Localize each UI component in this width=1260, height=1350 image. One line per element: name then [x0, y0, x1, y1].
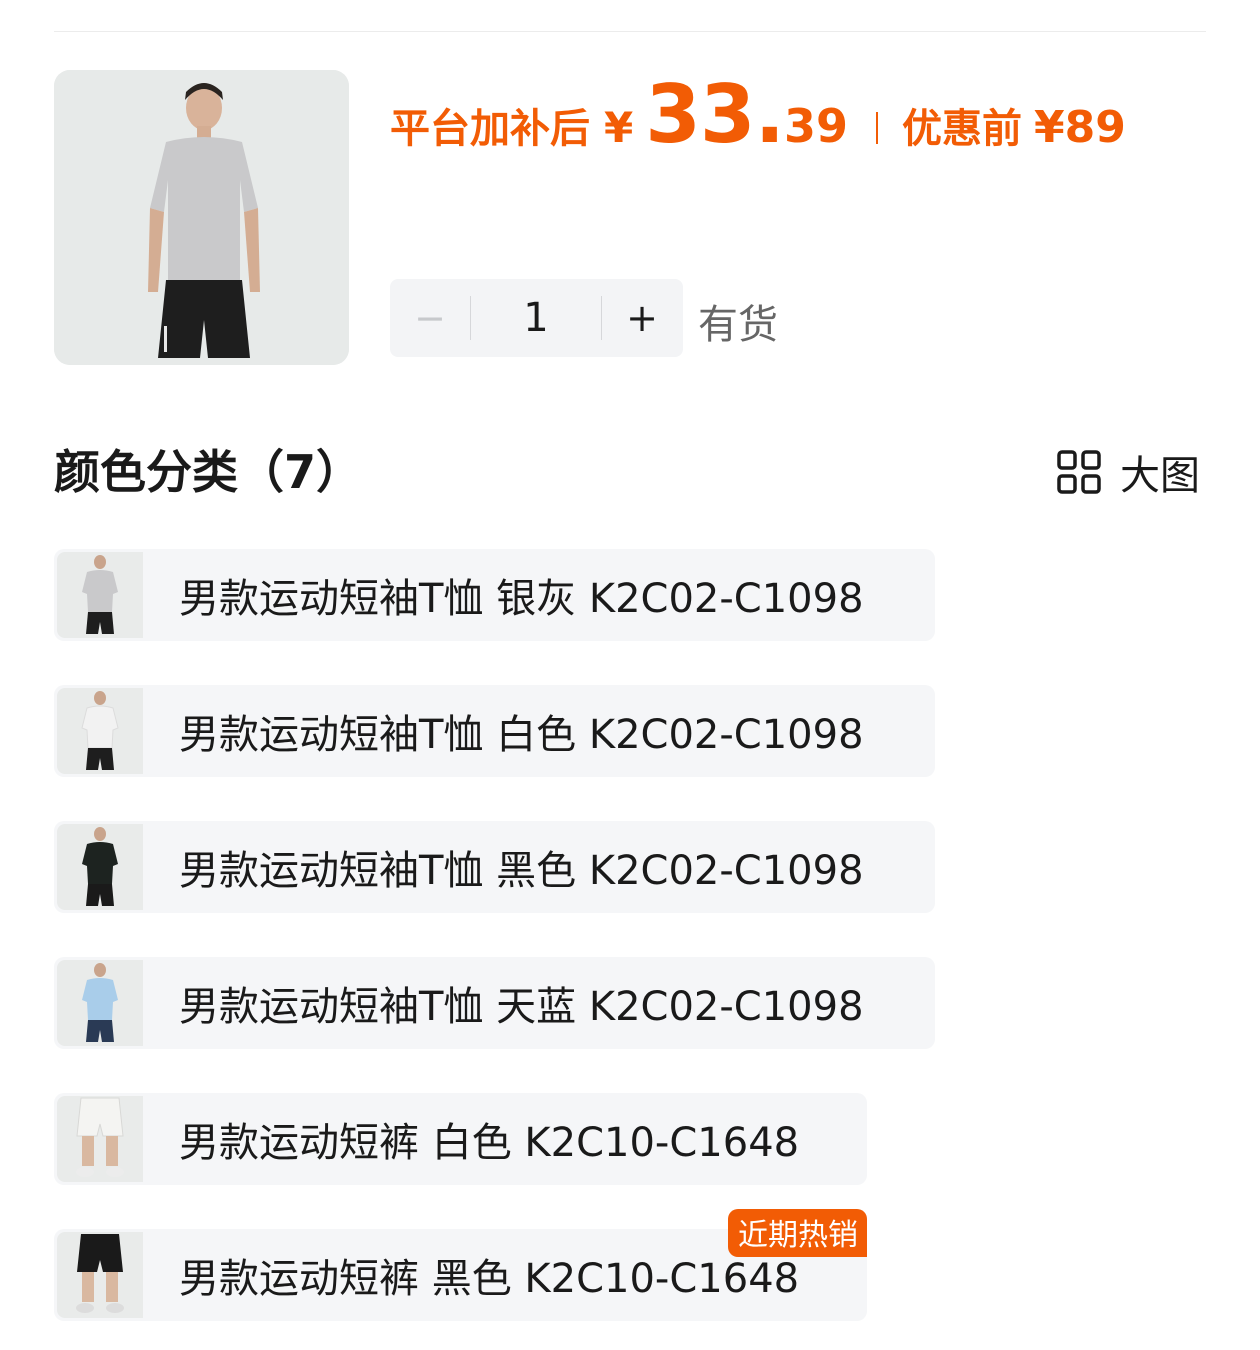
variant-option[interactable]: 男款运动短袖T恤 银灰 K2C02-C1098	[54, 549, 935, 641]
shorts-figure-icon	[76, 1234, 124, 1313]
model-figure-icon	[81, 691, 119, 770]
variant-label: 男款运动短袖T恤 银灰 K2C02-C1098	[179, 576, 864, 622]
hot-sale-badge: 近期热销	[728, 1209, 867, 1257]
subsidy-price-label: 平台加补后	[390, 106, 590, 152]
color-section-title: 颜色分类（7）	[54, 445, 363, 499]
variant-label: 男款运动短裤 白色 K2C10-C1648	[179, 1120, 800, 1166]
shirt	[82, 978, 118, 1020]
model-figure-icon	[54, 70, 349, 365]
original-price-label: 优惠前	[901, 106, 1022, 152]
stock-status: 有货	[698, 302, 778, 348]
price-decimal: 39	[783, 99, 848, 153]
original-price: ¥89	[1033, 102, 1126, 153]
variant-thumbnail	[57, 552, 143, 638]
variant-label: 男款运动短袖T恤 天蓝 K2C02-C1098	[179, 984, 864, 1030]
currency-symbol: ¥	[604, 103, 634, 152]
variant-label: 男款运动短袖T恤 黑色 K2C02-C1098	[179, 848, 864, 894]
shorts	[86, 748, 114, 770]
quantity-stepper: − 1 +	[390, 279, 683, 357]
variant-option[interactable]: 男款运动短袖T恤 黑色 K2C02-C1098	[54, 821, 935, 913]
shirt	[82, 842, 118, 884]
variant-option[interactable]: 男款运动短裤 黑色 K2C10-C1648 近期热销	[54, 1209, 867, 1321]
variant-thumbnail	[57, 688, 143, 774]
price-row: 平台加补后 ¥ 33. 39 优惠前 ¥89	[390, 68, 1126, 168]
shorts	[86, 612, 114, 634]
price-integer: 33.	[645, 68, 785, 161]
model-figure-icon	[82, 555, 118, 634]
shorts	[77, 1234, 123, 1272]
quantity-value[interactable]: 1	[471, 295, 601, 341]
model-figure-icon	[82, 827, 118, 906]
variant-thumbnail	[57, 824, 143, 910]
grid-icon	[1057, 450, 1101, 494]
variant-label: 男款运动短袖T恤 白色 K2C02-C1098	[179, 712, 864, 758]
product-image[interactable]	[54, 70, 349, 365]
increase-button[interactable]: +	[602, 279, 682, 357]
variant-thumbnail	[57, 960, 143, 1046]
shirt	[82, 570, 118, 612]
decrease-button[interactable]: −	[390, 279, 470, 357]
variant-option[interactable]: 男款运动短裤 白色 K2C10-C1648	[54, 1093, 867, 1185]
price-separator	[875, 112, 878, 144]
shorts	[76, 1097, 124, 1137]
big-view-button[interactable]: 大图	[1056, 443, 1200, 501]
variant-option[interactable]: 男款运动短袖T恤 白色 K2C02-C1098	[54, 685, 935, 777]
shirt	[81, 705, 119, 749]
variant-thumbnail	[57, 1096, 143, 1182]
shorts	[86, 884, 114, 906]
top-divider	[54, 31, 1206, 32]
shorts-figure-icon	[76, 1097, 124, 1177]
variant-label: 男款运动短裤 黑色 K2C10-C1648	[179, 1256, 800, 1302]
shorts	[86, 1020, 114, 1042]
variant-thumbnail	[57, 1232, 143, 1318]
variant-option[interactable]: 男款运动短袖T恤 天蓝 K2C02-C1098	[54, 957, 935, 1049]
model-figure-icon	[82, 963, 118, 1042]
big-view-label: 大图	[1120, 453, 1200, 499]
